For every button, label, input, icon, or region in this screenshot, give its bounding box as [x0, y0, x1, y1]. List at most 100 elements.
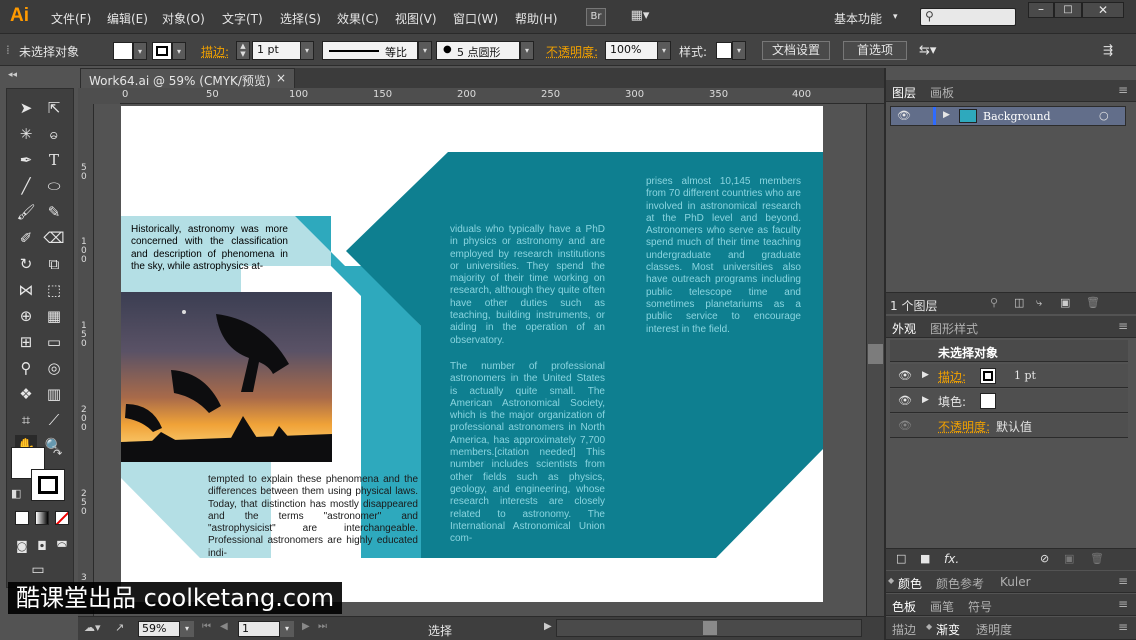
appearance-fill-row[interactable]: 👁 ▶ 填色:: [890, 389, 1128, 413]
stroke-expand-icon[interactable]: ▶: [922, 370, 929, 380]
close-window-button[interactable]: ✕: [1082, 2, 1124, 18]
stroke-color-box[interactable]: [31, 469, 65, 501]
appearance-opacity-row[interactable]: 👁 不透明度: 默认值: [890, 414, 1128, 438]
layers-panel-menu-icon[interactable]: ≡: [1118, 83, 1128, 97]
stroke-label[interactable]: 描边:: [201, 43, 229, 60]
graphic-style-swatch[interactable]: [716, 42, 732, 59]
layer-expand-icon[interactable]: ▶: [943, 110, 950, 120]
appearance-stroke-label[interactable]: 描边:: [938, 368, 966, 385]
tab-brushes[interactable]: 画笔: [930, 598, 954, 615]
layer-name[interactable]: Background: [983, 110, 1051, 123]
symbol-sprayer-tool-icon[interactable]: ❖: [15, 383, 37, 405]
tab-appearance[interactable]: 外观: [892, 320, 916, 337]
appearance-opacity-label[interactable]: 不透明度:: [938, 418, 990, 435]
color-mode-icon[interactable]: [15, 511, 29, 525]
gradient-tool-icon[interactable]: ▭: [43, 331, 65, 353]
draw-normal-icon[interactable]: ◙: [11, 535, 33, 557]
menu-object[interactable]: 对象(O): [162, 10, 205, 27]
document-setup-button[interactable]: 文档设置: [762, 41, 830, 60]
tab-color-guide[interactable]: 颜色参考: [936, 575, 984, 592]
draw-behind-icon[interactable]: ◘: [31, 535, 53, 557]
pencil-tool-icon[interactable]: ✎: [43, 201, 65, 223]
preferences-button[interactable]: 首选项: [843, 41, 907, 60]
collapse-toolbox-icon[interactable]: ◂◂: [8, 70, 17, 80]
appearance-panel-menu-icon[interactable]: ≡: [1118, 319, 1128, 333]
horizontal-scrollbar[interactable]: [556, 619, 862, 637]
cloud-icon[interactable]: ☁▾: [84, 621, 101, 634]
variable-width-profile[interactable]: 等比: [322, 41, 418, 60]
status-menu-icon[interactable]: ▶: [544, 621, 552, 632]
pen-tool-icon[interactable]: ✒: [15, 149, 37, 171]
appearance-stroke-row[interactable]: 👁 ▶ 描边: 1 pt: [890, 364, 1128, 388]
search-input[interactable]: ⚲: [920, 8, 1016, 26]
workspace-switcher[interactable]: 基本功能: [834, 10, 882, 27]
stroke-weight-stepper[interactable]: ▲ ▼: [236, 41, 250, 60]
delete-layer-icon[interactable]: 🗑: [1086, 296, 1100, 309]
direct-selection-tool-icon[interactable]: ⇱: [43, 97, 65, 119]
menu-help[interactable]: 帮助(H): [515, 10, 557, 27]
gradient-mode-icon[interactable]: [35, 511, 49, 525]
free-transform-tool-icon[interactable]: ⬚: [43, 279, 65, 301]
layer-target-icon[interactable]: ○: [1099, 109, 1109, 122]
mesh-tool-icon[interactable]: ⊞: [15, 331, 37, 353]
add-fill-icon[interactable]: ■: [920, 552, 930, 565]
next-artboard-icon[interactable]: ▶: [302, 621, 310, 632]
horizontal-scroll-thumb[interactable]: [703, 621, 717, 635]
menu-file[interactable]: 文件(F): [51, 10, 91, 27]
tab-kuler[interactable]: Kuler: [1000, 575, 1031, 589]
telescope-photo[interactable]: [121, 292, 332, 462]
stroke-visibility-eye-icon[interactable]: 👁: [898, 369, 912, 382]
tab-swatches[interactable]: 色板: [892, 598, 916, 615]
tab-artboards[interactable]: 画板: [930, 84, 954, 101]
line-tool-icon[interactable]: ╱: [15, 175, 37, 197]
artboard-field[interactable]: 1: [238, 621, 280, 637]
swap-colors-icon[interactable]: ↷: [53, 447, 62, 460]
tab-stroke[interactable]: 描边: [892, 621, 916, 638]
profile-chevron-icon[interactable]: ▾: [418, 41, 432, 60]
paintbrush-tool-icon[interactable]: 🖌: [15, 201, 37, 223]
middle-paragraph-1[interactable]: viduals who typically have a PhD in phys…: [450, 224, 605, 347]
prev-artboard-icon[interactable]: ◀: [220, 621, 228, 632]
stroke-weight-chevron-icon[interactable]: ▾: [300, 41, 314, 60]
opacity-label[interactable]: 不透明度:: [546, 43, 598, 60]
menu-edit[interactable]: 编辑(E): [107, 10, 148, 27]
right-paragraph[interactable]: prises almost 10,145 members from 70 dif…: [646, 176, 801, 336]
artboard-tool-icon[interactable]: ⌗: [15, 409, 37, 431]
arrange-documents-icon[interactable]: ▦▾: [625, 8, 655, 26]
graphic-style-chevron-icon[interactable]: ▾: [732, 41, 746, 60]
ellipse-tool-icon[interactable]: ⬭: [43, 175, 65, 197]
menu-view[interactable]: 视图(V): [395, 10, 437, 27]
blob-brush-tool-icon[interactable]: ✐: [15, 227, 37, 249]
vertical-scroll-thumb[interactable]: [868, 344, 883, 364]
gradient-group-collapse-icon[interactable]: ◆: [926, 622, 932, 631]
menu-type[interactable]: 文字(T): [222, 10, 263, 27]
lower-paragraph[interactable]: tempted to explain these phenomena and t…: [208, 474, 418, 560]
lasso-tool-icon[interactable]: ဓ: [43, 123, 65, 145]
draw-inside-icon[interactable]: ◚: [51, 535, 73, 557]
last-artboard-icon[interactable]: ⏭: [318, 621, 327, 632]
menu-select[interactable]: 选择(S): [280, 10, 321, 27]
default-colors-icon[interactable]: ◧: [11, 487, 21, 500]
scale-tool-icon[interactable]: ⧉: [43, 253, 65, 275]
opacity-field[interactable]: 100%: [605, 41, 659, 60]
column-graph-tool-icon[interactable]: ▥: [43, 383, 65, 405]
appearance-fill-swatch[interactable]: [980, 393, 996, 409]
fill-expand-icon[interactable]: ▶: [922, 395, 929, 405]
layer-visibility-eye-icon[interactable]: 👁: [897, 109, 911, 122]
workspace-chevron-icon[interactable]: ▾: [893, 12, 898, 22]
tab-transparency[interactable]: 透明度: [976, 621, 1012, 638]
clipping-mask-icon[interactable]: ◫: [1014, 296, 1024, 309]
appearance-stroke-swatch[interactable]: [980, 368, 996, 384]
blend-tool-icon[interactable]: ◎: [43, 357, 65, 379]
intro-paragraph[interactable]: Historically, astronomy was more concern…: [131, 224, 288, 273]
new-sublayer-icon[interactable]: ⤷: [1036, 296, 1042, 310]
duplicate-item-icon[interactable]: ▣: [1064, 552, 1074, 565]
slice-tool-icon[interactable]: ⟋: [43, 409, 65, 431]
middle-paragraph-2[interactable]: The number of professional astronomers i…: [450, 361, 605, 545]
shape-builder-tool-icon[interactable]: ⊕: [15, 305, 37, 327]
eraser-tool-icon[interactable]: ⌫: [43, 227, 65, 249]
swatches-panel-menu-icon[interactable]: ≡: [1118, 597, 1128, 611]
locate-object-icon[interactable]: ⚲: [990, 296, 998, 309]
stroke-weight-field[interactable]: 1 pt: [252, 41, 302, 60]
vertical-scrollbar[interactable]: [866, 104, 884, 616]
